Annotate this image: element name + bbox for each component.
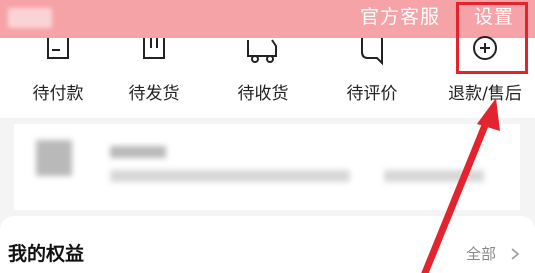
blurred-product-image (36, 140, 72, 176)
view-all-link[interactable]: 全部 (466, 243, 496, 264)
order-label: 待评价 (346, 84, 398, 104)
blurred-text-line (384, 170, 484, 182)
package-icon (143, 38, 165, 59)
order-to-review[interactable]: 待评价 (327, 38, 417, 118)
chevron-right-icon (511, 248, 520, 260)
order-to-ship[interactable]: 待发货 (109, 38, 199, 118)
order-label: 待收货 (237, 84, 289, 104)
order-to-receive[interactable]: 待收货 (218, 38, 308, 118)
order-label: 待付款 (32, 84, 84, 104)
order-label: 退款/售后 (448, 84, 522, 104)
blurred-text-line (110, 146, 166, 158)
blurred-product-card[interactable] (14, 124, 520, 210)
settings-highlight-box (456, 2, 528, 74)
wallet-icon (47, 38, 69, 59)
order-status-bar: 待付款 待发货 待收货 待评价 退款/售后 (0, 36, 535, 118)
my-rights-title: 我的权益 (8, 243, 85, 265)
blurred-logo (8, 8, 52, 28)
order-pending-payment[interactable]: 待付款 (13, 38, 103, 118)
customer-service-link[interactable]: 官方客服 (360, 5, 440, 29)
order-label: 待发货 (128, 84, 180, 104)
truck-icon (247, 39, 277, 63)
blurred-text-line (110, 170, 350, 182)
comment-icon (361, 38, 383, 66)
